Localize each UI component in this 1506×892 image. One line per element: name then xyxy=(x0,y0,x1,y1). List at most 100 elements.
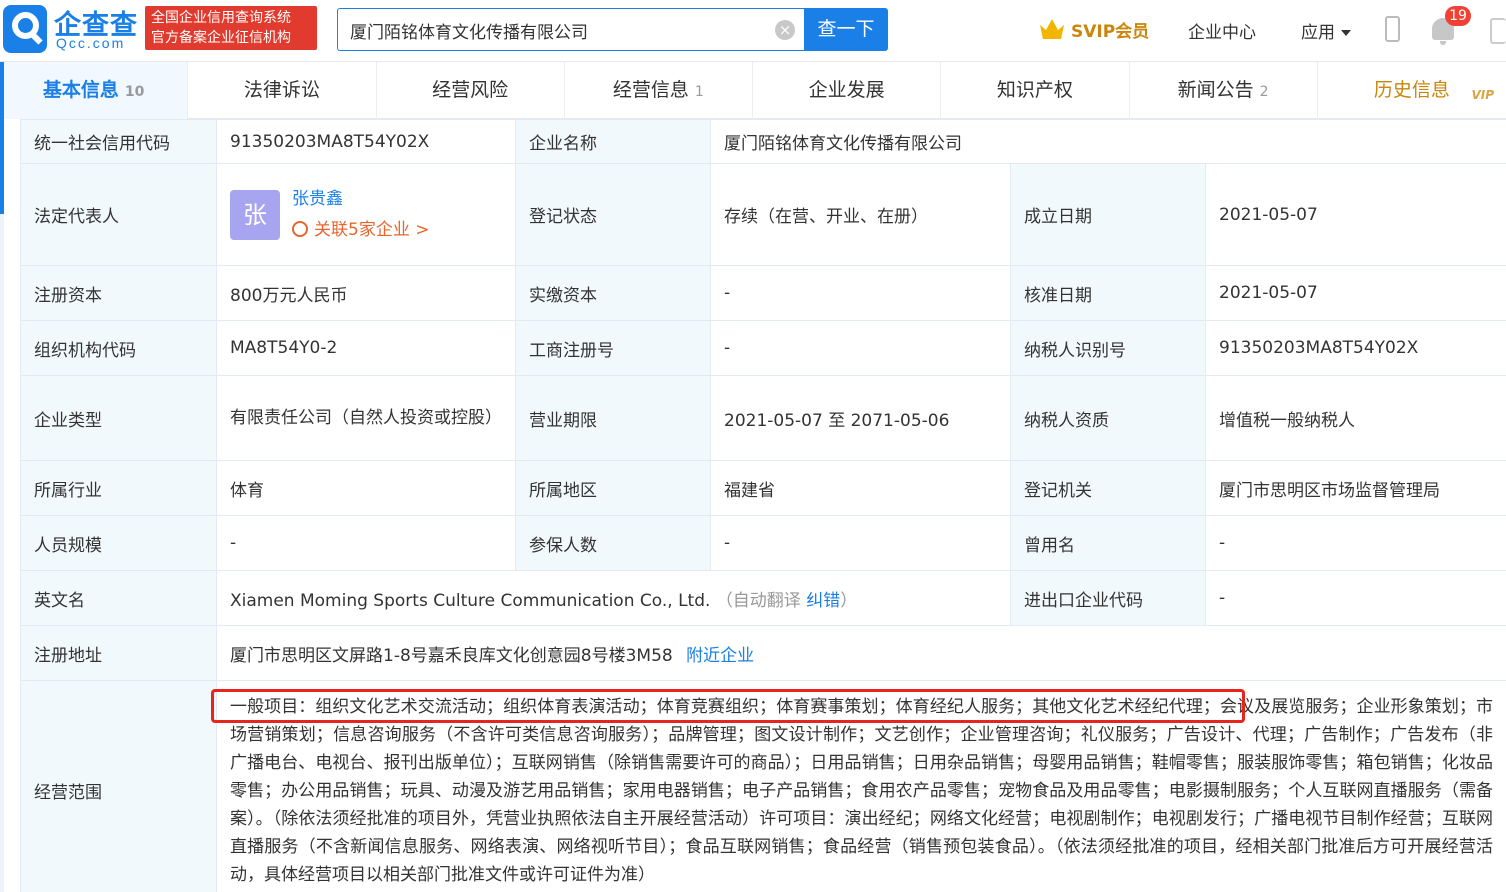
english-name-label: 英文名 xyxy=(20,570,217,626)
former-name-label: 曾用名 xyxy=(1010,515,1206,571)
taxpayer-id-label: 纳税人识别号 xyxy=(1010,320,1206,376)
region-label: 所属地区 xyxy=(515,460,711,516)
chevron-down-icon xyxy=(1341,30,1351,36)
related-companies-label: 关联5家企业 > xyxy=(314,219,430,240)
side-scroll-indicator xyxy=(0,119,4,892)
reg-authority-value: 厦门市思明区市场监督管理局 xyxy=(1204,460,1506,516)
tab-count: 10 xyxy=(124,84,145,100)
org-code-label: 组织机构代码 xyxy=(20,320,217,376)
notification-badge: 19 xyxy=(1445,6,1471,26)
table-row: 注册地址 厦门市思明区文屏路1-8号嘉禾良库文化创意园8号楼3M58 附近企业 xyxy=(20,625,1506,681)
table-row: 法定代表人 张 张贵鑫 关联5家企业 > 登记状态 存续（在营、开业、在册） 成… xyxy=(20,163,1506,266)
address-cell: 厦门市思明区文屏路1-8号嘉禾良库文化创意园8号楼3M58 附近企业 xyxy=(215,625,1506,681)
company-type-label: 企业类型 xyxy=(20,375,217,461)
table-row: 英文名 Xiamen Moming Sports Culture Communi… xyxy=(20,570,1506,626)
tab-risk[interactable]: 经营风险 xyxy=(377,62,565,119)
svip-label: SVIP会员 xyxy=(1071,21,1150,42)
legal-rep-name-link[interactable]: 张贵鑫 xyxy=(292,184,429,215)
table-row: 所属行业 体育 所属地区 福建省 登记机关 厦门市思明区市场监督管理局 xyxy=(20,460,1506,516)
table-row: 注册资本 800万元人民币 实缴资本 - 核准日期 2021-05-07 xyxy=(20,265,1506,321)
biz-term-value: 2021-05-07 至 2071-05-06 xyxy=(710,375,1011,461)
related-companies-link[interactable]: 关联5家企业 > xyxy=(292,215,429,246)
company-name-label: 企业名称 xyxy=(515,119,711,164)
address-value: 厦门市思明区文屏路1-8号嘉禾良库文化创意园8号楼3M58 xyxy=(230,645,673,666)
reg-status-label: 登记状态 xyxy=(515,163,711,266)
brand-domain: Qcc.com xyxy=(56,35,126,51)
table-row: 企业类型 有限责任公司（自然人投资或控股） 营业期限 2021-05-07 至 … xyxy=(20,375,1506,461)
approval-date-value: 2021-05-07 xyxy=(1204,265,1506,321)
table-row: 经营范围 一般项目：组织文化艺术交流活动；组织体育表演活动；体育竞赛组织；体育赛… xyxy=(20,680,1506,892)
auto-translate-close: ） xyxy=(840,590,858,611)
company-type-value: 有限责任公司（自然人投资或控股） xyxy=(216,375,516,461)
enterprise-center-link[interactable]: 企业中心 xyxy=(1188,18,1256,43)
tab-count: 2 xyxy=(1259,84,1269,100)
company-name-value: 厦门陌铭体育文化传播有限公司 xyxy=(709,119,1506,164)
taxpayer-qual-value: 增值税一般纳税人 xyxy=(1204,375,1506,461)
tab-ip[interactable]: 知识产权 xyxy=(941,62,1130,119)
legal-rep-cell: 张 张贵鑫 关联5家企业 > xyxy=(216,163,516,266)
top-header: 企查查 Qcc.com 全国企业信用查询系统 官方备案企业征信机构 × 查一下 … xyxy=(0,0,1506,62)
search-button[interactable]: 查一下 xyxy=(804,8,888,51)
former-name-value: - xyxy=(1204,515,1506,571)
industry-value: 体育 xyxy=(216,460,516,516)
region-value: 福建省 xyxy=(710,460,1011,516)
seal-line-1: 全国企业信用查询系统 xyxy=(151,10,291,26)
import-export-label: 进出口企业代码 xyxy=(1010,570,1206,626)
tab-label: 历史信息 xyxy=(1373,79,1450,101)
tab-news[interactable]: 新闻公告 2 xyxy=(1130,62,1318,119)
tab-label: 新闻公告 xyxy=(1177,79,1254,101)
official-seal-badge: 全国企业信用查询系统 官方备案企业征信机构 xyxy=(145,6,317,50)
table-row: 统一社会信用代码 91350203MA8T54Y02X 企业名称 厦门陌铭体育文… xyxy=(20,119,1506,164)
staff-size-value: - xyxy=(216,515,516,571)
tab-label: 法律诉讼 xyxy=(243,79,320,101)
taxpayer-qual-label: 纳税人资质 xyxy=(1010,375,1206,461)
nearby-companies-link[interactable]: 附近企业 xyxy=(686,646,754,666)
biz-term-label: 营业期限 xyxy=(515,375,711,461)
crown-icon xyxy=(1040,19,1064,39)
scope-label: 经营范围 xyxy=(20,680,217,892)
tab-label: 知识产权 xyxy=(996,79,1073,101)
approval-date-label: 核准日期 xyxy=(1010,265,1206,321)
paid-capital-value: - xyxy=(710,265,1011,321)
search-box: × xyxy=(337,8,804,51)
tab-history[interactable]: 历史信息 VIP xyxy=(1318,62,1506,119)
credit-code-value: 91350203MA8T54Y02X xyxy=(216,119,516,164)
tab-count: 1 xyxy=(694,84,704,100)
english-name-value: Xiamen Moming Sports Culture Communicati… xyxy=(230,590,711,611)
mobile-phone-icon[interactable] xyxy=(1385,16,1400,42)
tab-basic-info[interactable]: 基本信息 10 xyxy=(0,62,189,119)
taxpayer-id-value: 91350203MA8T54Y02X xyxy=(1204,320,1506,376)
reg-capital-label: 注册资本 xyxy=(20,265,217,321)
search-input[interactable] xyxy=(350,18,770,42)
network-icon xyxy=(292,220,308,237)
reg-capital-value: 800万元人民币 xyxy=(216,265,516,321)
industry-label: 所属行业 xyxy=(20,460,217,516)
qcc-logo-icon[interactable] xyxy=(3,5,47,53)
vip-tag: VIP xyxy=(1471,88,1494,102)
tab-operation[interactable]: 经营信息 1 xyxy=(565,62,753,119)
basic-info-table: 统一社会信用代码 91350203MA8T54Y02X 企业名称 厦门陌铭体育文… xyxy=(20,119,1506,892)
tab-development[interactable]: 企业发展 xyxy=(753,62,942,119)
english-name-cell: Xiamen Moming Sports Culture Communicati… xyxy=(216,570,1011,626)
address-label: 注册地址 xyxy=(20,625,217,681)
tab-label: 基本信息 xyxy=(42,79,119,101)
credit-code-label: 统一社会信用代码 xyxy=(20,119,217,164)
tab-legal[interactable]: 法律诉讼 xyxy=(188,62,377,119)
clear-icon[interactable]: × xyxy=(775,20,795,40)
biz-reg-no-value: - xyxy=(710,320,1011,376)
correct-link[interactable]: 纠错 xyxy=(806,591,840,611)
seal-line-2: 官方备案企业征信机构 xyxy=(151,30,291,46)
table-row: 人员规模 - 参保人数 - 曾用名 - xyxy=(20,515,1506,571)
business-scope-value: 一般项目：组织文化艺术交流活动；组织体育表演活动；体育竞赛组织；体育赛事策划；体… xyxy=(215,680,1506,892)
biz-reg-no-label: 工商注册号 xyxy=(515,320,711,376)
avatar[interactable]: 张 xyxy=(230,189,280,240)
insured-value: - xyxy=(710,515,1011,571)
est-date-label: 成立日期 xyxy=(1010,163,1206,266)
more-icon[interactable] xyxy=(1490,18,1506,44)
apps-menu[interactable]: 应用 xyxy=(1301,18,1351,43)
staff-size-label: 人员规模 xyxy=(20,515,217,571)
tab-label: 经营风险 xyxy=(432,79,509,101)
legal-rep-label: 法定代表人 xyxy=(20,163,217,266)
svip-member-link[interactable]: SVIP会员 xyxy=(1040,16,1149,42)
import-export-value: - xyxy=(1204,570,1506,626)
